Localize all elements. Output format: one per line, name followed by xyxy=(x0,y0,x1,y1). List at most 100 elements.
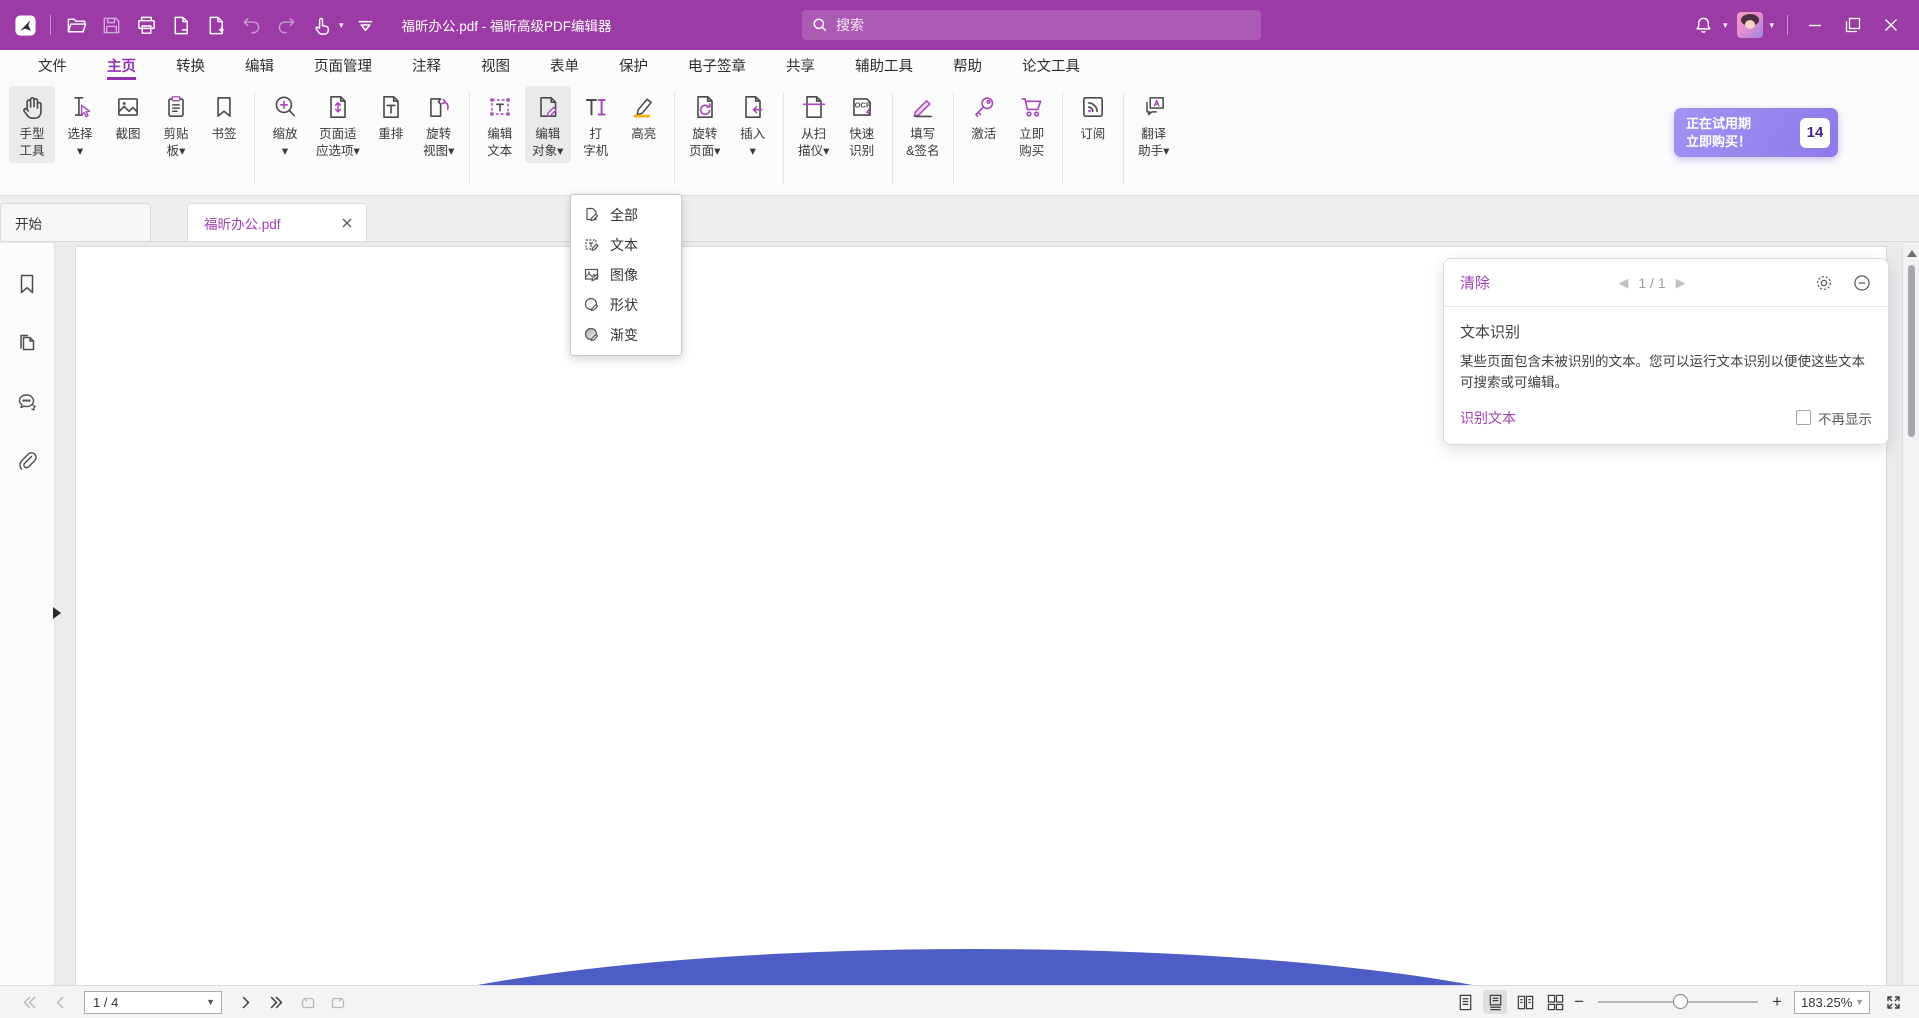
menu-paper-tools[interactable]: 论文工具 xyxy=(1022,50,1080,80)
tab-document[interactable]: 福昕办公.pdf xyxy=(187,203,367,241)
ribbon-button-fill-sign[interactable]: 填写 &签名 xyxy=(900,86,946,163)
avatar[interactable] xyxy=(1737,12,1763,38)
ribbon-button-quick-ocr[interactable]: OCR 快速 识别 xyxy=(839,86,885,163)
ribbon-button-clipboard[interactable]: 剪贴 板▾ xyxy=(153,86,199,163)
sidebar-attachments-button[interactable] xyxy=(14,448,40,474)
export-page-button[interactable] xyxy=(168,12,194,38)
menu-esign[interactable]: 电子签章 xyxy=(688,50,746,80)
menu-edit[interactable]: 编辑 xyxy=(245,50,274,80)
tab-start[interactable]: 开始 xyxy=(0,203,151,241)
sidebar-pages-button[interactable] xyxy=(14,330,40,356)
menu-help[interactable]: 帮助 xyxy=(953,50,982,80)
menu-page-management[interactable]: 页面管理 xyxy=(314,50,372,80)
ribbon-button-highlight[interactable]: 高亮 xyxy=(621,86,667,147)
zoom-level-box[interactable]: 183.25% ▼ xyxy=(1794,991,1870,1014)
sidebar-comments-button[interactable] xyxy=(14,389,40,415)
bell-dropdown-chevron[interactable]: ▾ xyxy=(1723,20,1728,31)
next-view-button[interactable] xyxy=(330,994,347,1011)
minus-circle-icon[interactable] xyxy=(1852,273,1872,293)
scroll-up-arrow[interactable] xyxy=(1907,250,1917,257)
menu-item-shape[interactable]: 形状 xyxy=(571,290,681,320)
zoom-box-chevron-icon[interactable]: ▼ xyxy=(1855,997,1869,1007)
gear-icon[interactable] xyxy=(1814,273,1834,293)
redo-button[interactable] xyxy=(273,12,299,38)
ribbon-button-edit-text[interactable]: 编辑 文本 xyxy=(477,86,523,163)
page-number-box[interactable]: 1 / 4 ▼ xyxy=(84,991,222,1014)
ribbon-button-insert[interactable]: 插入 ▾ xyxy=(730,86,776,163)
ribbon-button-label: 从扫 描仪▾ xyxy=(798,126,829,159)
menu-view[interactable]: 视图 xyxy=(481,50,510,80)
next-page-button[interactable] xyxy=(237,994,254,1011)
tab-close-icon[interactable] xyxy=(340,216,354,230)
restore-button[interactable] xyxy=(1839,11,1867,39)
layout-continuous-button[interactable] xyxy=(1483,990,1507,1014)
next-notification-arrow-icon[interactable]: ▶ xyxy=(1676,275,1686,291)
ribbon-button-select[interactable]: 选择 ▾ xyxy=(57,86,103,163)
ribbon-button-bookmark[interactable]: 书签 xyxy=(201,86,247,147)
recognize-text-link[interactable]: 识别文本 xyxy=(1460,408,1516,428)
close-button[interactable] xyxy=(1877,11,1905,39)
notification-bell-button[interactable] xyxy=(1691,12,1717,38)
hand-gesture-button[interactable] xyxy=(308,12,334,38)
ribbon-button-snapshot[interactable]: 截图 xyxy=(105,86,151,147)
ribbon-button-typewriter[interactable]: 打 字机 xyxy=(573,86,619,163)
page-box-chevron-icon[interactable]: ▼ xyxy=(206,997,221,1007)
print-button[interactable] xyxy=(133,12,159,38)
minimize-button[interactable] xyxy=(1801,11,1829,39)
foxit-logo[interactable] xyxy=(12,12,38,38)
ribbon-button-reflow[interactable]: 重排 xyxy=(368,86,414,147)
zoom-in-button[interactable]: + xyxy=(1772,992,1782,1012)
ribbon-button-from-scanner[interactable]: 从扫 描仪▾ xyxy=(791,86,837,163)
last-page-button[interactable] xyxy=(268,994,285,1011)
menu-comment[interactable]: 注释 xyxy=(412,50,441,80)
sidebar-expand-handle[interactable] xyxy=(53,607,61,619)
menu-file[interactable]: 文件 xyxy=(38,50,67,80)
menu-form[interactable]: 表单 xyxy=(550,50,579,80)
previous-view-button[interactable] xyxy=(299,994,316,1011)
avatar-dropdown-chevron[interactable]: ▾ xyxy=(1769,20,1774,31)
menu-item-text[interactable]: 文本 xyxy=(571,230,681,260)
zoom-out-button[interactable]: − xyxy=(1574,992,1584,1012)
open-file-button[interactable] xyxy=(63,12,89,38)
trial-banner[interactable]: 正在试用期 立即购买！ 14 xyxy=(1674,108,1838,157)
hand-gesture-dropdown-chevron[interactable]: ▾ xyxy=(339,20,344,31)
first-page-button[interactable] xyxy=(21,994,38,1011)
layout-facing-continuous-button[interactable] xyxy=(1543,990,1567,1014)
ribbon-button-buy-now[interactable]: 立即 购买 xyxy=(1009,86,1055,163)
menu-protect[interactable]: 保护 xyxy=(619,50,648,80)
ribbon-button-translate-assistant[interactable]: 翻译 助手▾ xyxy=(1131,86,1177,163)
prev-page-button[interactable] xyxy=(52,994,69,1011)
ribbon-button-activate[interactable]: 激活 xyxy=(961,86,1007,147)
menu-accessibility[interactable]: 辅助工具 xyxy=(855,50,913,80)
ribbon-button-rotate-view[interactable]: 旋转 视图▾ xyxy=(416,86,462,163)
menu-item-all[interactable]: 全部 xyxy=(571,200,681,230)
ribbon-button-subscribe[interactable]: 订阅 xyxy=(1070,86,1116,147)
zoom-slider[interactable] xyxy=(1598,1001,1758,1003)
vertical-scrollbar[interactable] xyxy=(1902,243,1919,985)
add-page-button[interactable] xyxy=(203,12,229,38)
undo-button[interactable] xyxy=(238,12,264,38)
quick-access-customize-icon[interactable] xyxy=(353,12,379,38)
search-box[interactable] xyxy=(802,10,1261,40)
layout-single-button[interactable] xyxy=(1453,990,1477,1014)
search-input[interactable] xyxy=(836,17,1251,33)
layout-facing-button[interactable] xyxy=(1513,990,1537,1014)
ribbon-button-edit-object[interactable]: 编辑 对象▾ xyxy=(525,86,571,163)
dont-show-checkbox[interactable] xyxy=(1796,410,1811,425)
menu-item-gradient[interactable]: 渐变 xyxy=(571,320,681,350)
clear-link[interactable]: 清除 xyxy=(1460,272,1490,293)
scroll-thumb[interactable] xyxy=(1908,265,1915,437)
menu-home[interactable]: 主页 xyxy=(107,50,136,80)
fullscreen-button[interactable] xyxy=(1885,994,1902,1011)
menu-share[interactable]: 共享 xyxy=(786,50,815,80)
menu-item-image[interactable]: 图像 xyxy=(571,260,681,290)
prev-notification-arrow-icon[interactable]: ◀ xyxy=(1618,275,1628,291)
save-button[interactable] xyxy=(98,12,124,38)
menu-convert[interactable]: 转换 xyxy=(176,50,205,80)
ribbon-button-rotate-pages[interactable]: 旋转 页面▾ xyxy=(682,86,728,163)
sidebar-bookmarks-button[interactable] xyxy=(14,271,40,297)
zoom-slider-knob[interactable] xyxy=(1673,994,1688,1009)
ribbon-button-zoom[interactable]: 缩放 ▾ xyxy=(262,86,308,163)
ribbon-button-page-fit[interactable]: 页面适 应选项▾ xyxy=(310,86,366,163)
ribbon-button-hand-tool[interactable]: 手型 工具 xyxy=(9,86,55,163)
